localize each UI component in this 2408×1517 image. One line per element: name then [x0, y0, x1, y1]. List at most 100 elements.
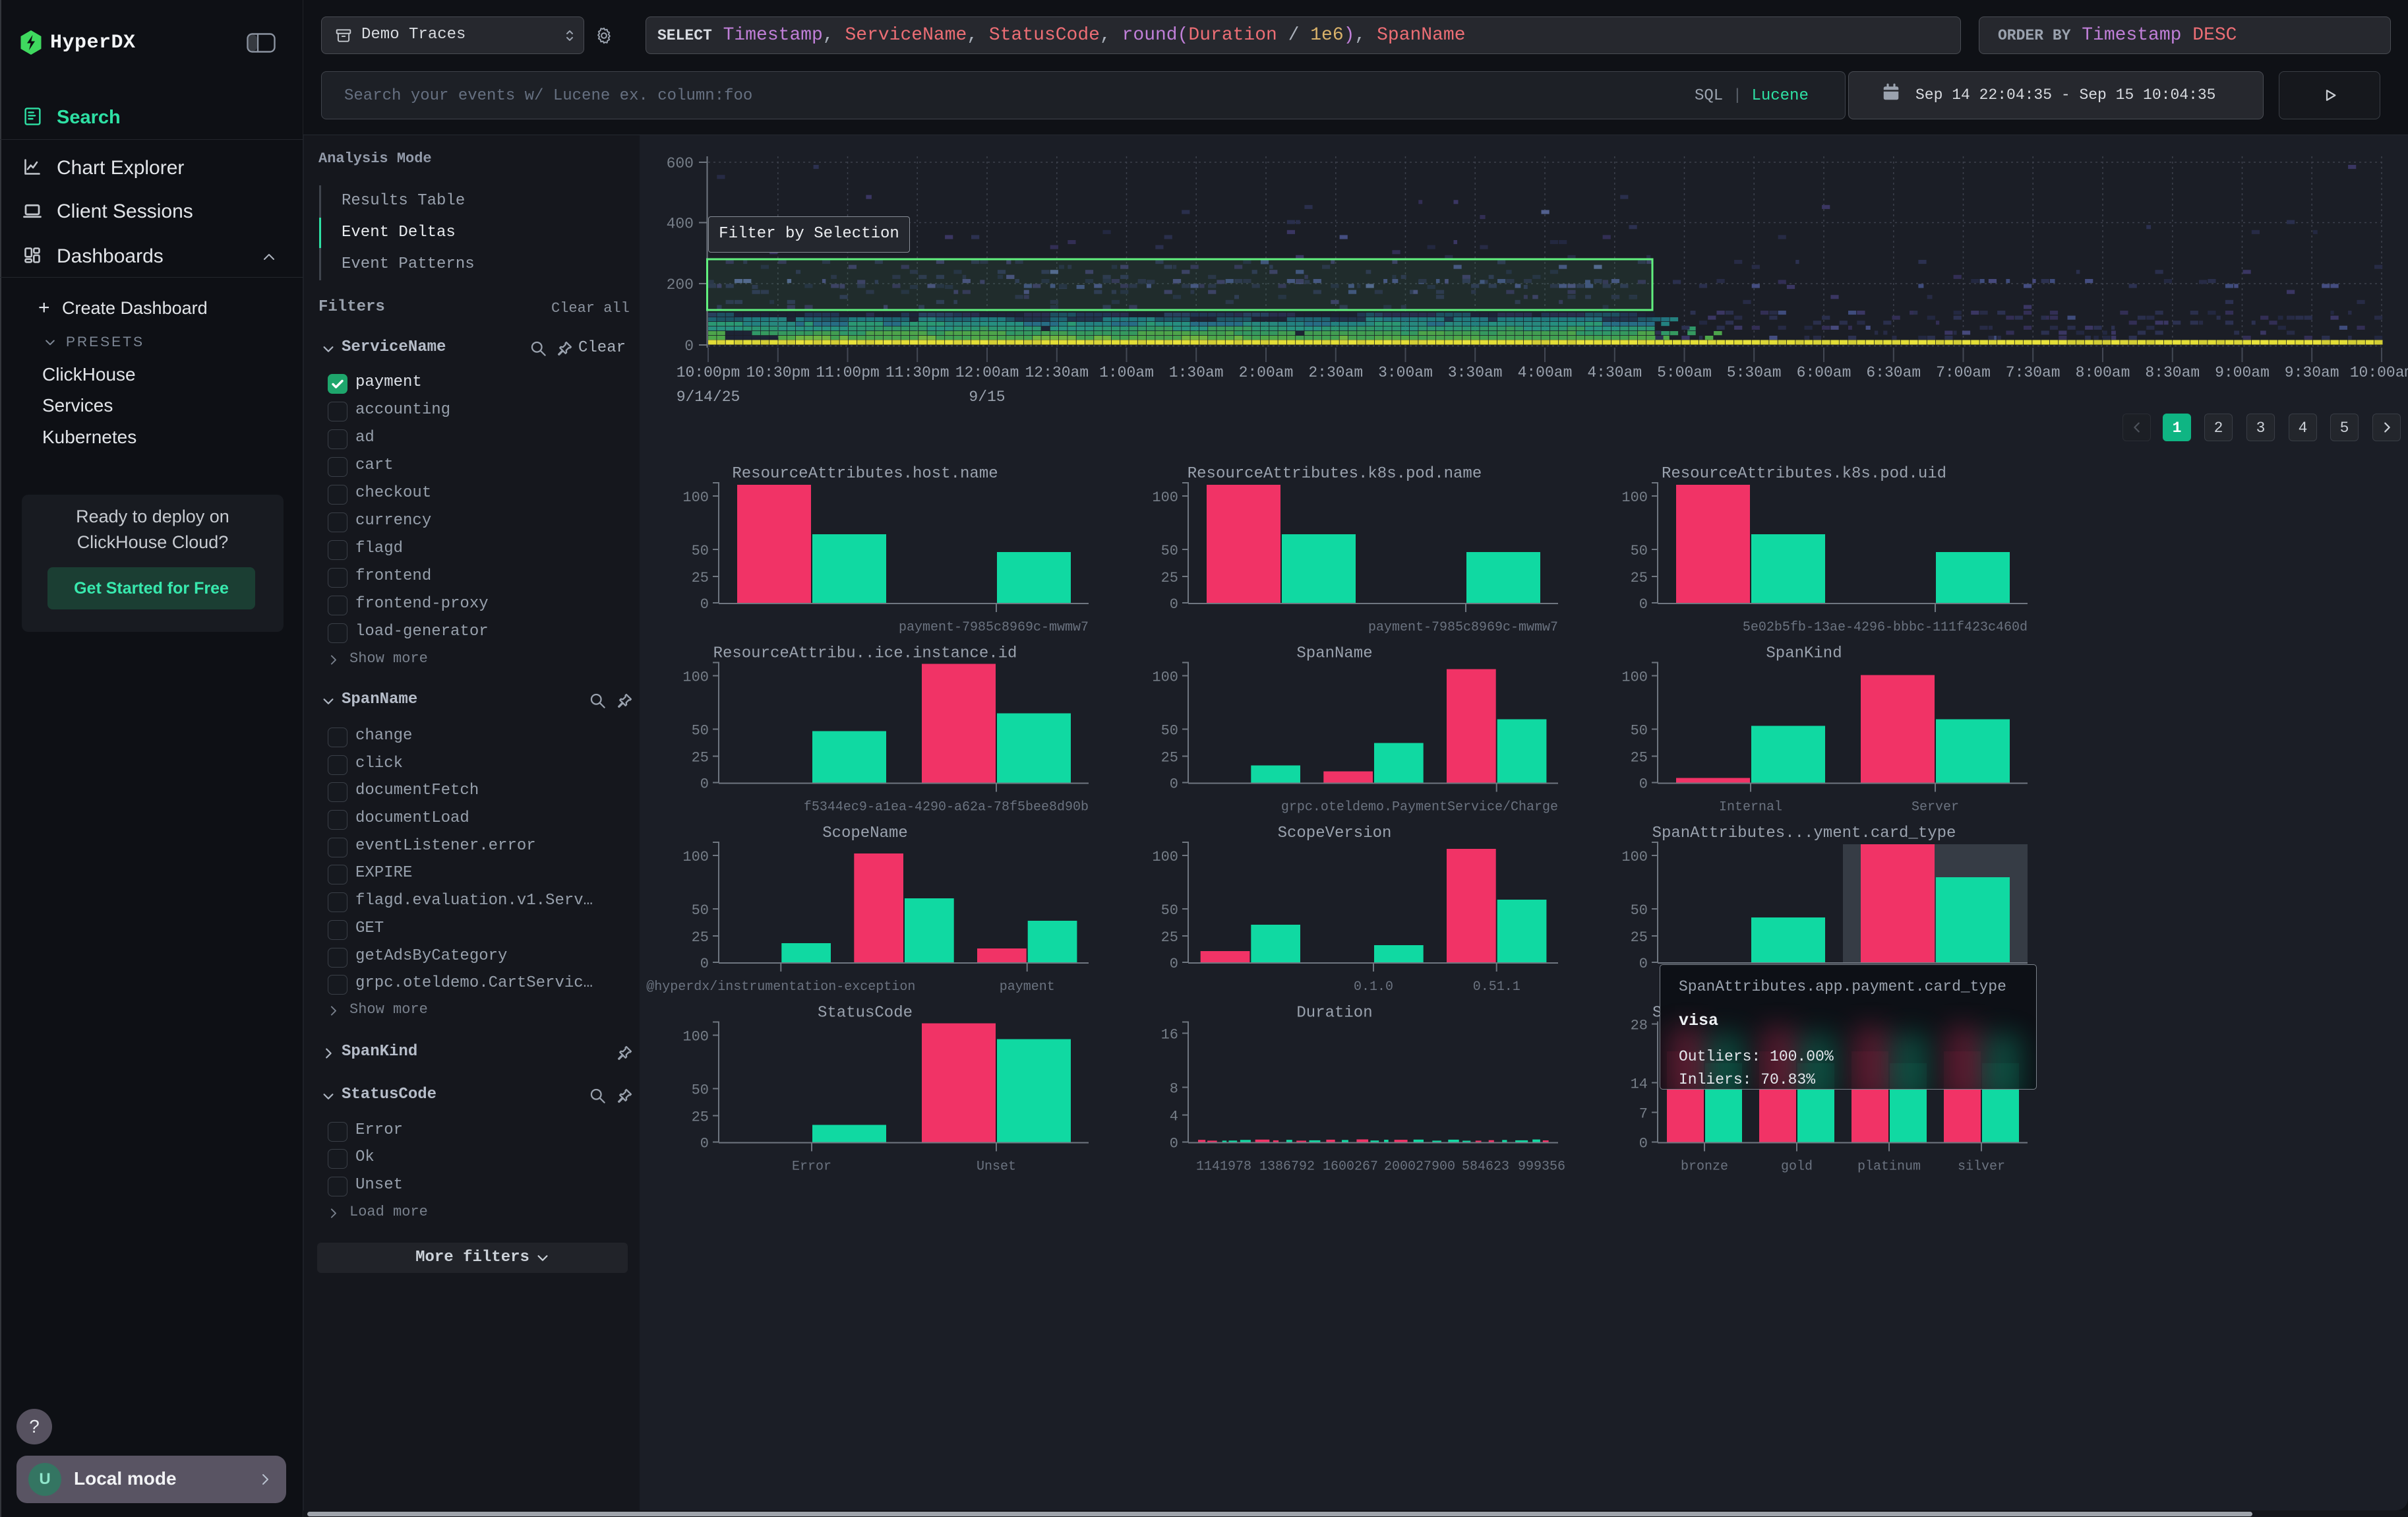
svg-text:5:30am: 5:30am [1727, 364, 1782, 381]
svg-text:25: 25 [1161, 929, 1178, 946]
svg-text:0: 0 [1639, 1136, 1648, 1152]
svg-text:100: 100 [1152, 669, 1178, 686]
svg-text:1600267: 1600267 [1323, 1160, 1378, 1175]
svg-text:2:00am: 2:00am [1239, 364, 1294, 381]
svg-text:100: 100 [1152, 849, 1178, 865]
svg-text:25: 25 [1631, 570, 1648, 586]
svg-text:25: 25 [1161, 750, 1178, 766]
svg-text:8:00am: 8:00am [2076, 364, 2130, 381]
svg-text:14: 14 [1631, 1076, 1648, 1093]
svg-text:StatusCode: StatusCode [818, 1005, 913, 1022]
svg-text:Unset: Unset [977, 1160, 1016, 1175]
svg-text:100: 100 [1621, 849, 1648, 865]
svg-text:600: 600 [667, 155, 694, 172]
svg-text:0: 0 [1170, 1136, 1178, 1152]
svg-text:f5344ec9-a1ea-4290-a62a-78f5be: f5344ec9-a1ea-4290-a62a-78f5bee8d90b [804, 800, 1089, 815]
svg-text:Duration: Duration [1296, 1005, 1372, 1022]
svg-text:28: 28 [1631, 1018, 1648, 1034]
svg-text:11:00pm: 11:00pm [816, 364, 880, 381]
svg-text:11:30pm: 11:30pm [886, 364, 949, 381]
svg-text:grpc.oteldemo.PaymentService/C: grpc.oteldemo.PaymentService/Charge [1281, 800, 1558, 815]
svg-text:ScopeName: ScopeName [822, 824, 908, 842]
svg-text:100: 100 [682, 489, 709, 506]
svg-text:ResourceAttributes.k8s.pod.nam: ResourceAttributes.k8s.pod.name [1188, 465, 1482, 483]
svg-text:payment-7985c8969c-mwmw7: payment-7985c8969c-mwmw7 [899, 620, 1089, 635]
svg-text:ScopeVersion: ScopeVersion [1278, 824, 1392, 842]
svg-text:7:00am: 7:00am [1936, 364, 1991, 381]
svg-text:1386792: 1386792 [1259, 1160, 1315, 1175]
svg-text:@hyperdx/instrumentation-excep: @hyperdx/instrumentation-exception [646, 979, 915, 995]
svg-text:100: 100 [682, 1029, 709, 1045]
svg-text:10:30pm: 10:30pm [746, 364, 810, 381]
svg-text:50: 50 [1631, 723, 1648, 739]
svg-text:ResourceAttribu..ice.instance.: ResourceAttribu..ice.instance.id [713, 645, 1017, 663]
svg-text:50: 50 [1631, 543, 1648, 559]
svg-text:SpanName: SpanName [1296, 645, 1372, 663]
svg-text:50: 50 [692, 543, 709, 559]
svg-text:9:30am: 9:30am [2285, 364, 2339, 381]
svg-text:9/14/25: 9/14/25 [677, 388, 740, 406]
svg-text:9:00am: 9:00am [2215, 364, 2270, 381]
svg-text:50: 50 [692, 1082, 709, 1099]
svg-text:7:30am: 7:30am [2006, 364, 2061, 381]
svg-text:payment-7985c8969c-mwmw7: payment-7985c8969c-mwmw7 [1368, 620, 1558, 635]
svg-text:25: 25 [1161, 570, 1178, 586]
svg-text:999356: 999356 [1518, 1160, 1565, 1175]
svg-text:12:00am: 12:00am [955, 364, 1019, 381]
svg-text:7: 7 [1639, 1106, 1648, 1123]
svg-text:4:00am: 4:00am [1518, 364, 1573, 381]
svg-text:Error: Error [792, 1160, 831, 1175]
svg-text:4:30am: 4:30am [1587, 364, 1642, 381]
svg-text:9/15: 9/15 [969, 388, 1005, 406]
svg-text:ResourceAttributes.host.name: ResourceAttributes.host.name [732, 465, 998, 483]
svg-text:584623: 584623 [1462, 1160, 1509, 1175]
svg-text:2:30am: 2:30am [1308, 364, 1363, 381]
svg-text:100: 100 [1152, 489, 1178, 506]
svg-text:50: 50 [692, 723, 709, 739]
svg-text:200027900: 200027900 [1384, 1160, 1455, 1175]
svg-text:400: 400 [667, 216, 694, 233]
svg-text:silver: silver [1958, 1160, 2005, 1175]
svg-text:25: 25 [692, 1109, 709, 1126]
svg-text:0.1.0: 0.1.0 [1354, 979, 1393, 995]
svg-text:0: 0 [1170, 956, 1178, 972]
svg-text:100: 100 [682, 849, 709, 865]
svg-text:50: 50 [1161, 723, 1178, 739]
svg-text:6:00am: 6:00am [1797, 364, 1851, 381]
svg-text:platinum: platinum [1857, 1160, 1921, 1175]
svg-text:4: 4 [1170, 1109, 1178, 1125]
svg-text:5e02b5fb-13ae-4296-bbbc-111f42: 5e02b5fb-13ae-4296-bbbc-111f423c460d [1743, 620, 2028, 635]
svg-text:6:30am: 6:30am [1866, 364, 1921, 381]
svg-text:3:00am: 3:00am [1378, 364, 1433, 381]
svg-text:100: 100 [1621, 489, 1648, 506]
svg-text:25: 25 [692, 929, 709, 946]
svg-text:50: 50 [1631, 902, 1648, 919]
svg-text:0: 0 [684, 338, 694, 355]
svg-text:1141978: 1141978 [1196, 1160, 1251, 1175]
svg-text:50: 50 [1161, 902, 1178, 919]
svg-text:100: 100 [682, 669, 709, 686]
svg-text:10:00pm: 10:00pm [677, 364, 740, 381]
svg-text:SpanAttributes...yment.card_ty: SpanAttributes...yment.card_type [1652, 824, 1956, 842]
svg-text:SpanKind: SpanKind [1766, 645, 1842, 663]
svg-text:8:30am: 8:30am [2145, 364, 2200, 381]
svg-text:gold: gold [1781, 1160, 1813, 1175]
svg-text:5:00am: 5:00am [1657, 364, 1712, 381]
svg-text:10:00am: 10:00am [2350, 364, 2408, 381]
svg-text:200: 200 [667, 276, 694, 294]
svg-text:50: 50 [692, 902, 709, 919]
svg-text:0: 0 [1639, 956, 1648, 972]
svg-text:1:00am: 1:00am [1099, 364, 1154, 381]
svg-text:ResourceAttributes.k8s.pod.uid: ResourceAttributes.k8s.pod.uid [1662, 465, 1946, 483]
svg-text:12:30am: 12:30am [1025, 364, 1089, 381]
svg-text:1:30am: 1:30am [1169, 364, 1224, 381]
svg-text:0: 0 [700, 776, 709, 793]
svg-text:0: 0 [1170, 776, 1178, 793]
svg-text:Internal: Internal [1719, 800, 1782, 815]
svg-text:50: 50 [1161, 543, 1178, 559]
svg-text:0: 0 [1170, 596, 1178, 613]
svg-text:0.51.1: 0.51.1 [1473, 979, 1520, 995]
svg-text:3:30am: 3:30am [1448, 364, 1503, 381]
svg-text:25: 25 [1631, 929, 1648, 946]
svg-text:bronze: bronze [1681, 1160, 1728, 1175]
